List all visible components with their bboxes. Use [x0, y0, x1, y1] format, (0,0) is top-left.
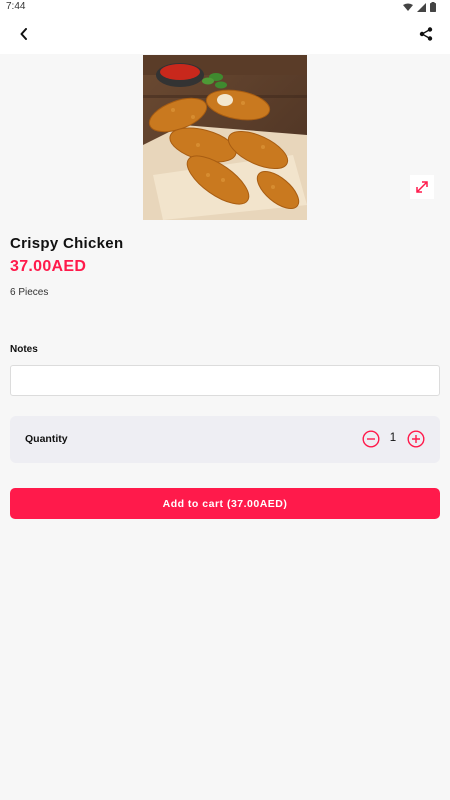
- add-to-cart-button[interactable]: Add to cart (37.00AED): [10, 488, 440, 519]
- quantity-increment-button[interactable]: [407, 430, 425, 448]
- status-time: 7:44: [6, 1, 26, 12]
- notes-label: Notes: [10, 344, 38, 355]
- food-photo: [143, 55, 307, 220]
- share-icon: [419, 27, 433, 41]
- minus-circle-icon: [362, 430, 380, 448]
- app-bar: [0, 14, 450, 54]
- quantity-box: Quantity 1: [10, 416, 440, 463]
- expand-image-button[interactable]: [410, 175, 434, 199]
- product-description: 6 Pieces: [10, 287, 49, 298]
- quantity-label: Quantity: [25, 433, 68, 445]
- quantity-decrement-button[interactable]: [362, 430, 380, 448]
- product-image: [143, 55, 307, 220]
- signal-icon: [417, 2, 426, 12]
- expand-icon: [416, 181, 428, 193]
- quantity-value: 1: [389, 432, 397, 444]
- notes-input[interactable]: [10, 365, 440, 396]
- back-button[interactable]: [12, 22, 36, 46]
- battery-icon: [430, 2, 436, 12]
- status-bar: 7:44: [0, 0, 450, 14]
- product-price: 37.00AED: [10, 258, 87, 275]
- product-title: Crispy Chicken: [10, 235, 124, 252]
- chevron-left-icon: [20, 28, 27, 40]
- wifi-icon: [403, 3, 413, 11]
- share-button[interactable]: [414, 22, 438, 46]
- plus-circle-icon: [407, 430, 425, 448]
- status-icons: [403, 2, 436, 12]
